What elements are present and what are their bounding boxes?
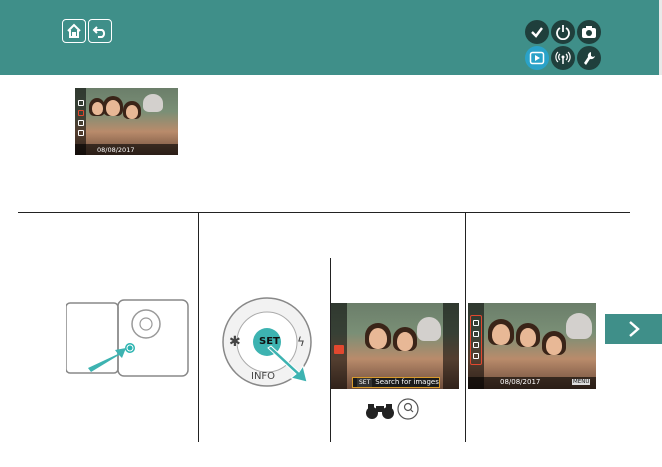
binoculars-icon — [365, 402, 395, 420]
info-label: INFO — [251, 371, 276, 382]
wireless-button[interactable] — [551, 46, 575, 70]
svg-text:✱: ✱ — [229, 334, 241, 350]
playback-icon — [529, 51, 545, 65]
check-button[interactable] — [525, 20, 549, 44]
person-face — [546, 336, 562, 355]
set-tag: SET — [357, 378, 373, 387]
column-divider — [465, 212, 466, 442]
side-rail-right — [443, 303, 459, 389]
person-icon — [78, 120, 84, 126]
person-icon[interactable] — [473, 353, 479, 359]
search-icon[interactable] — [473, 331, 479, 337]
person-face — [92, 102, 103, 115]
camera-back-illustration — [65, 298, 192, 378]
search-icon — [78, 110, 84, 116]
menu-tag: MENU — [572, 379, 591, 385]
binoculars-drawing — [366, 404, 394, 419]
date-label: 08/08/2017 — [500, 378, 541, 386]
dog-head — [417, 317, 441, 341]
back-button[interactable] — [88, 19, 112, 43]
face-icon[interactable] — [334, 345, 344, 354]
wrench-button[interactable] — [577, 46, 601, 70]
power-icon — [556, 25, 570, 40]
person-face — [126, 105, 138, 119]
control-dial-illustration: ✱ ϟ SET INFO — [221, 296, 313, 388]
dog-head — [143, 94, 163, 112]
search-caption: SET Search for images — [352, 377, 440, 388]
home-button[interactable] — [62, 19, 86, 43]
star-icon[interactable] — [473, 320, 479, 326]
power-button[interactable] — [551, 20, 575, 44]
chevron-right-icon — [629, 321, 640, 337]
wireless-icon — [555, 51, 571, 64]
camera-button[interactable] — [577, 20, 601, 44]
date-label: 08/08/2017 — [97, 146, 135, 154]
preview-thumbnail: 08/08/2017 — [75, 88, 178, 155]
person-face — [492, 324, 510, 345]
person-face — [397, 332, 413, 351]
next-page-button[interactable] — [605, 314, 662, 344]
caption-text: Search for images — [375, 378, 439, 386]
star-icon — [78, 100, 84, 106]
dog-head — [566, 313, 592, 339]
person-icon — [78, 130, 84, 136]
set-label: SET — [259, 336, 280, 347]
person-face — [106, 100, 120, 116]
search-dial-icon — [397, 398, 419, 420]
camera-icon — [582, 26, 596, 38]
home-icon — [67, 23, 81, 38]
filter-screen — [468, 303, 596, 389]
column-divider — [198, 212, 199, 442]
person-face — [369, 328, 387, 349]
person-face — [520, 328, 536, 347]
svg-text:ϟ: ϟ — [297, 335, 305, 349]
check-icon — [531, 27, 543, 38]
section-divider — [18, 212, 630, 213]
search-dial-drawing — [397, 398, 419, 420]
person-icon[interactable] — [473, 342, 479, 348]
playback-button[interactable] — [525, 46, 549, 70]
camera-back-drawing — [65, 299, 189, 377]
back-arrow-icon — [92, 26, 106, 38]
wrench-icon — [584, 52, 595, 65]
